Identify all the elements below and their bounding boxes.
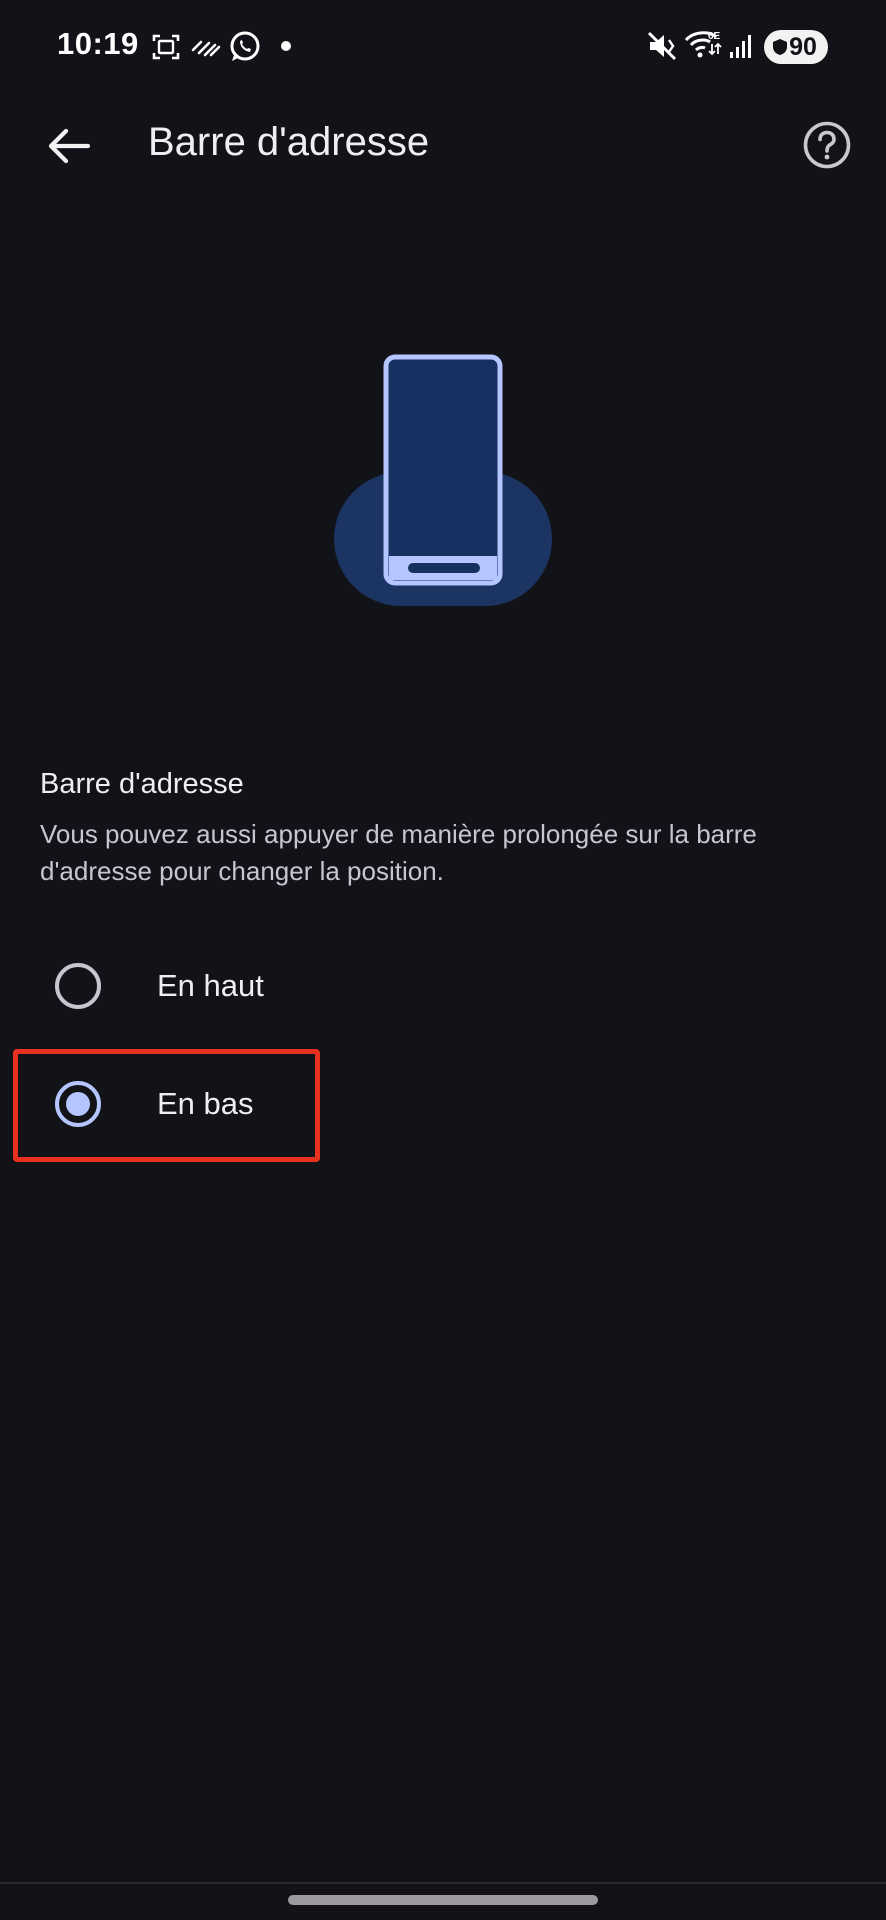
- nav-divider: [0, 1882, 886, 1884]
- radio-option-bottom[interactable]: En bas: [14, 1048, 320, 1160]
- page-title: Barre d'adresse: [148, 120, 430, 164]
- vibrate-mute-icon: [647, 31, 677, 61]
- radio-checked-icon[interactable]: [54, 1080, 102, 1128]
- help-circle-icon: [803, 121, 851, 169]
- app-bar: Barre d'adresse: [0, 92, 886, 196]
- home-indicator[interactable]: [288, 1895, 598, 1905]
- help-button[interactable]: [798, 116, 856, 174]
- address-bar-pill: [408, 563, 480, 573]
- status-bar: 10:19 6E 90: [0, 0, 886, 92]
- section-title: Barre d'adresse: [40, 768, 244, 800]
- radio-label-top: En haut: [157, 968, 264, 1003]
- radio-label-bottom: En bas: [157, 1086, 254, 1121]
- notification-dot-icon: [281, 41, 291, 51]
- battery-level: 90: [789, 32, 817, 61]
- back-button[interactable]: [40, 118, 96, 174]
- radio-option-top[interactable]: En haut: [14, 930, 320, 1042]
- status-time: 10:19: [57, 26, 139, 61]
- svg-text:6E: 6E: [708, 31, 721, 42]
- sync-icon: [191, 40, 221, 57]
- phone-outline: [383, 354, 503, 586]
- screenshot-icon: [152, 34, 180, 60]
- arrow-back-icon: [48, 128, 90, 164]
- battery-icon: [773, 39, 787, 55]
- cell-signal-icon: [730, 35, 751, 58]
- battery-indicator: 90: [764, 30, 828, 64]
- whatsapp-icon: [230, 31, 260, 61]
- section-description: Vous pouvez aussi appuyer de manière pro…: [40, 819, 757, 886]
- phone-illustration: [334, 354, 552, 606]
- wifi-6e-icon: 6E: [684, 31, 722, 58]
- radio-unchecked-icon[interactable]: [54, 962, 102, 1010]
